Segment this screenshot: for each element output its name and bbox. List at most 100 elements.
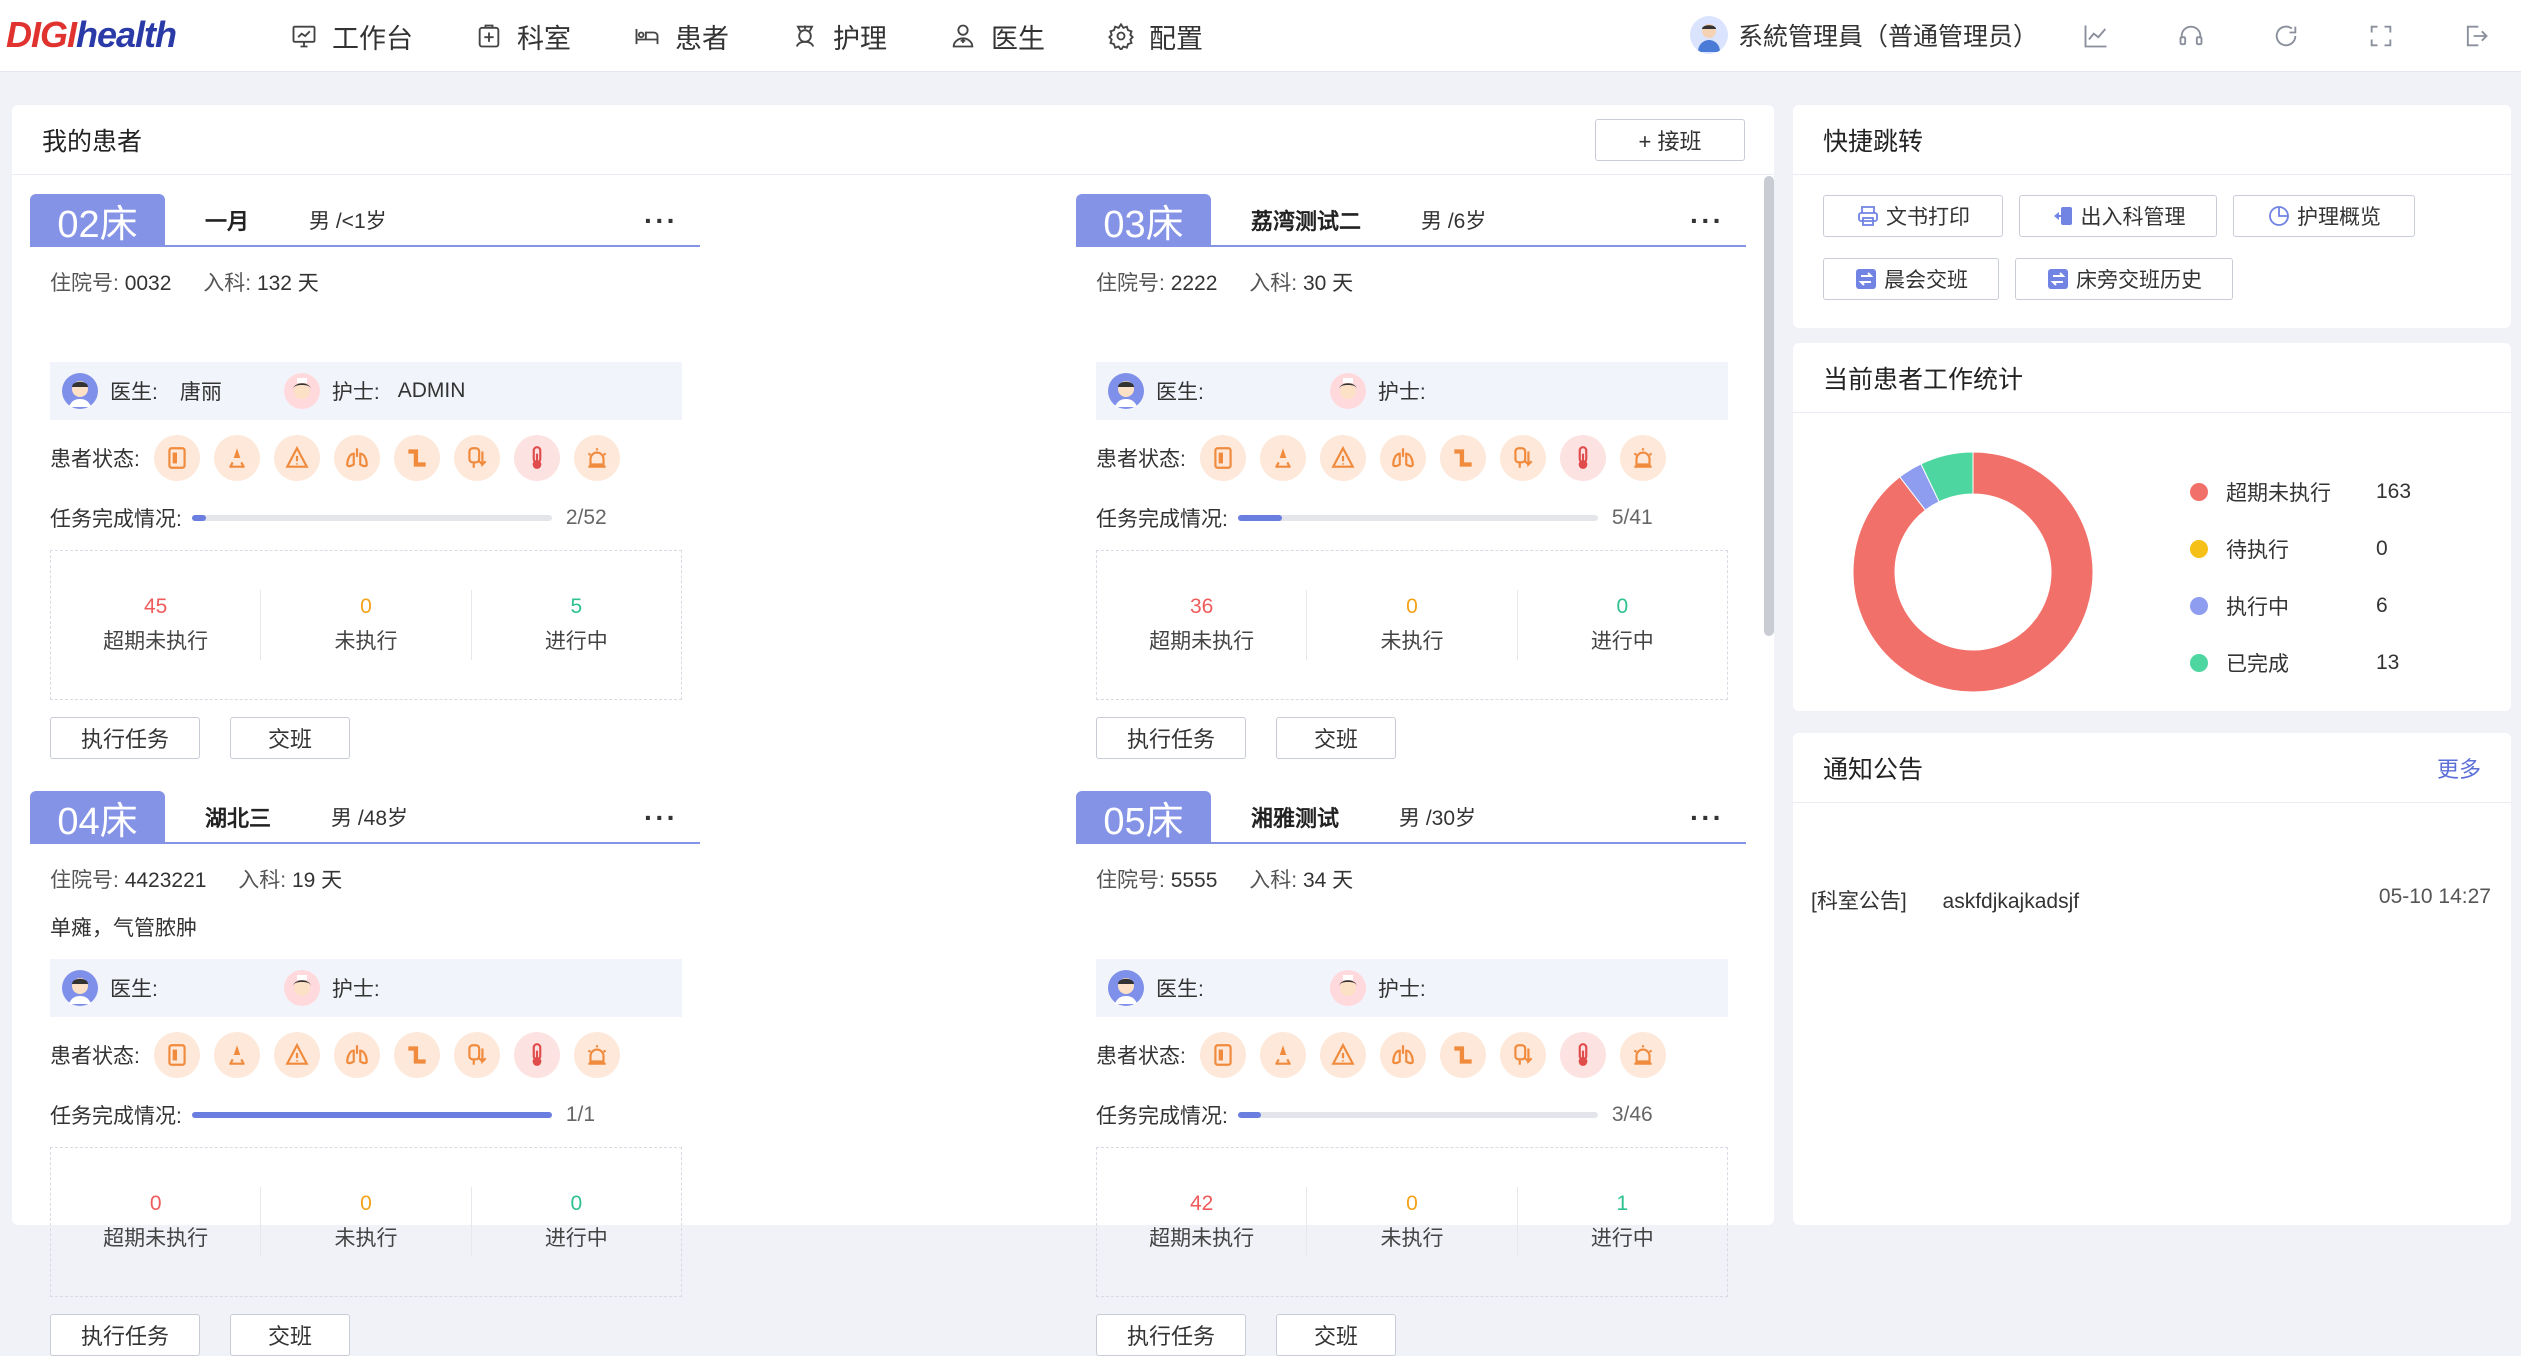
lungs-icon[interactable]	[333, 435, 380, 481]
lungs-icon[interactable]	[333, 1032, 380, 1078]
more-menu-icon[interactable]: ···	[1690, 802, 1724, 834]
warning-icon[interactable]	[1319, 435, 1366, 481]
progress-fill	[1237, 1112, 1262, 1118]
bed-card-icon[interactable]	[1199, 435, 1246, 481]
more-menu-icon[interactable]: ···	[1690, 205, 1724, 237]
alarm-icon[interactable]	[573, 1032, 620, 1078]
execute-task-button[interactable]: 执行任务	[1096, 1314, 1246, 1356]
stat-item[interactable]: 5 进行中	[472, 590, 681, 660]
pipe-icon[interactable]	[1439, 1032, 1486, 1078]
thermometer-icon[interactable]	[513, 1032, 560, 1078]
task-progress-row: 任务完成情况: 5/41	[1096, 506, 1653, 531]
fall-risk-icon[interactable]	[213, 435, 260, 481]
shift-handover-button[interactable]: 交班	[230, 717, 350, 759]
thermometer-icon[interactable]	[513, 435, 560, 481]
nav-workbench[interactable]: 工作台	[290, 17, 413, 56]
nursing-overview-button[interactable]: 护理概览	[2233, 195, 2415, 237]
patient-name[interactable]: 湖北三	[205, 801, 271, 833]
execute-task-button[interactable]: 执行任务	[50, 717, 200, 759]
printer-icon	[1858, 206, 1878, 226]
iv-drip-icon[interactable]	[1499, 1032, 1546, 1078]
notice-item[interactable]: [科室公告] askfdjkajkadsjf 05-10 14:27	[1811, 885, 2491, 915]
execute-task-button[interactable]: 执行任务	[50, 1314, 200, 1356]
handover-button[interactable]: + 接班	[1595, 119, 1745, 161]
nav-department[interactable]: 科室	[475, 17, 571, 56]
fall-risk-icon[interactable]	[1259, 435, 1306, 481]
shift-handover-button[interactable]: 交班	[230, 1314, 350, 1356]
pipe-icon[interactable]	[1439, 435, 1486, 481]
stat-item[interactable]: 0 进行中	[1518, 590, 1727, 660]
trend-chart-icon[interactable]	[2080, 20, 2112, 52]
thermometer-icon[interactable]	[1559, 1032, 1606, 1078]
admission-info: 住院号: 4423221 入科: 19 天	[50, 869, 343, 892]
nav-nursing[interactable]: 护理	[791, 17, 887, 56]
bed-number[interactable]: 03床	[1076, 194, 1211, 246]
bed-number[interactable]: 05床	[1076, 791, 1211, 843]
legend-item[interactable]: 待执行 0	[2190, 534, 2388, 564]
doc-print-button[interactable]: 文书打印	[1823, 195, 2003, 237]
stat-item[interactable]: 0 未执行	[1307, 590, 1518, 660]
more-menu-icon[interactable]: ···	[644, 205, 678, 237]
more-menu-icon[interactable]: ···	[644, 802, 678, 834]
fullscreen-icon[interactable]	[2365, 20, 2397, 52]
notice-text: askfdjkajkadsjf	[1942, 890, 2080, 913]
quick-row-2: 晨会交班 床旁交班历史	[1823, 258, 2249, 300]
execute-task-button[interactable]: 执行任务	[1096, 717, 1246, 759]
iv-drip-icon[interactable]	[453, 435, 500, 481]
legend-item[interactable]: 超期未执行 163	[2190, 477, 2411, 507]
stat-item[interactable]: 36 超期未执行	[1097, 590, 1308, 660]
stat-item[interactable]: 0 未执行	[1307, 1187, 1518, 1257]
iv-drip-icon[interactable]	[453, 1032, 500, 1078]
warning-icon[interactable]	[1319, 1032, 1366, 1078]
nav-config[interactable]: 配置	[1107, 17, 1203, 56]
headset-icon[interactable]	[2175, 20, 2207, 52]
card-header: 05床 湘雅测试 男 /30岁 ···	[1076, 791, 1746, 844]
logout-icon[interactable]	[2460, 20, 2492, 52]
thermometer-icon[interactable]	[1559, 435, 1606, 481]
patient-name[interactable]: 湘雅测试	[1251, 801, 1339, 833]
pipe-icon[interactable]	[393, 435, 440, 481]
stat-item[interactable]: 45 超期未执行	[51, 590, 262, 660]
patient-name[interactable]: 一月	[205, 204, 249, 236]
warning-icon[interactable]	[273, 435, 320, 481]
legend-item[interactable]: 已完成 13	[2190, 648, 2399, 678]
bed-card-icon[interactable]	[153, 1032, 200, 1078]
stat-label: 未执行	[334, 1227, 398, 1250]
lungs-icon[interactable]	[1379, 435, 1426, 481]
hospital-box-icon	[478, 24, 500, 48]
current-user[interactable]: 系統管理員（普通管理员）	[1690, 16, 2038, 54]
stat-item[interactable]: 0 未执行	[261, 1187, 472, 1257]
more-link[interactable]: 更多	[2437, 752, 2481, 784]
stat-item[interactable]: 1 进行中	[1518, 1187, 1727, 1257]
shift-handover-button[interactable]: 交班	[1276, 717, 1396, 759]
doctor-avatar-icon	[1108, 373, 1144, 409]
fall-risk-icon[interactable]	[213, 1032, 260, 1078]
app-logo[interactable]: DIGIhealth	[6, 14, 177, 56]
bed-number[interactable]: 04床	[30, 791, 165, 843]
nav-patients[interactable]: 患者	[633, 17, 729, 56]
patient-name[interactable]: 荔湾测试二	[1251, 204, 1361, 236]
alarm-icon[interactable]	[1619, 1032, 1666, 1078]
legend-item[interactable]: 执行中 6	[2190, 591, 2388, 621]
nav-doctors[interactable]: 医生	[949, 17, 1045, 56]
lungs-icon[interactable]	[1379, 1032, 1426, 1078]
warning-icon[interactable]	[273, 1032, 320, 1078]
shift-handover-button[interactable]: 交班	[1276, 1314, 1396, 1356]
bedside-handover-history-button[interactable]: 床旁交班历史	[2015, 258, 2233, 300]
stat-item[interactable]: 42 超期未执行	[1097, 1187, 1308, 1257]
stat-item[interactable]: 0 超期未执行	[51, 1187, 262, 1257]
alarm-icon[interactable]	[1619, 435, 1666, 481]
morning-handover-button[interactable]: 晨会交班	[1823, 258, 1999, 300]
scrollbar[interactable]	[1764, 176, 1774, 636]
bed-number[interactable]: 02床	[30, 194, 165, 246]
stat-item[interactable]: 0 未执行	[261, 590, 472, 660]
stat-item[interactable]: 0 进行中	[472, 1187, 681, 1257]
pipe-icon[interactable]	[393, 1032, 440, 1078]
iv-drip-icon[interactable]	[1499, 435, 1546, 481]
bed-card-icon[interactable]	[1199, 1032, 1246, 1078]
alarm-icon[interactable]	[573, 435, 620, 481]
bed-card-icon[interactable]	[153, 435, 200, 481]
refresh-icon[interactable]	[2270, 20, 2302, 52]
transfer-mgmt-button[interactable]: 出入科管理	[2019, 195, 2217, 237]
fall-risk-icon[interactable]	[1259, 1032, 1306, 1078]
